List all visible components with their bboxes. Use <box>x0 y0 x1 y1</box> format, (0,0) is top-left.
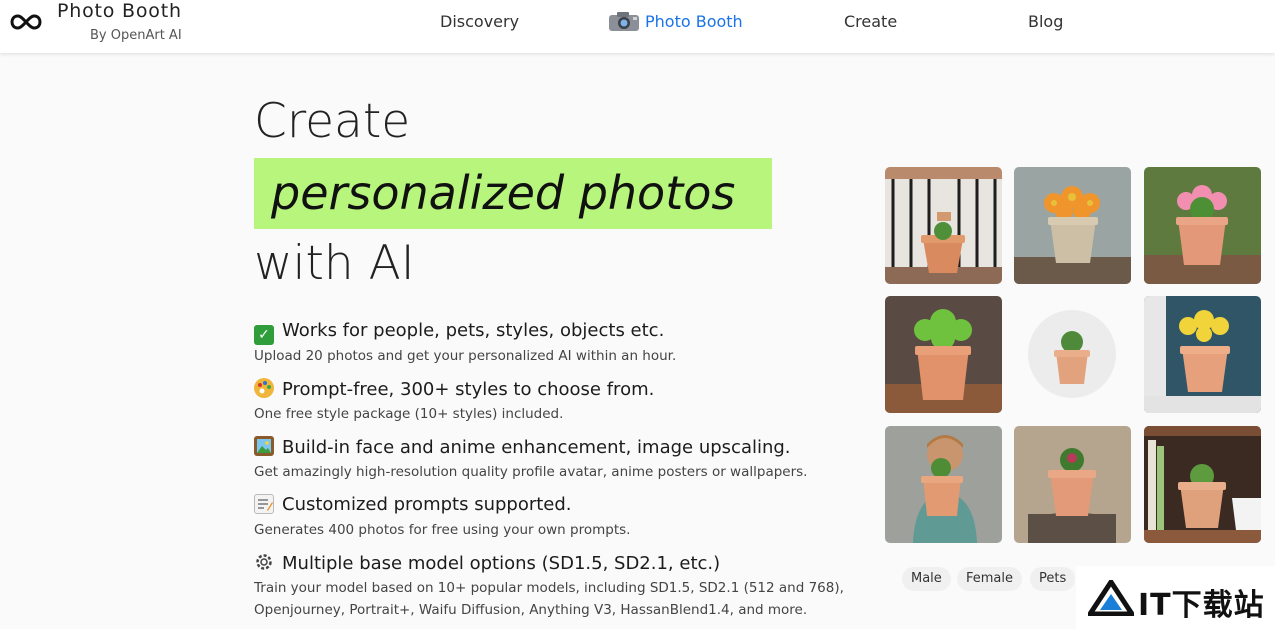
feature-title-1: ✓ Works for people, pets, styles, objects… <box>254 320 664 345</box>
gallery-image[interactable] <box>1014 296 1131 413</box>
feature-title-4: Customized prompts supported. <box>254 494 572 515</box>
memo-icon <box>254 494 274 514</box>
watermark-text: IT下载站 <box>1138 588 1265 623</box>
nav-discovery[interactable]: Discovery <box>440 12 519 31</box>
brand-subtitle: By OpenArt AI <box>90 28 182 43</box>
feature-title-3: Build-in face and anime enhancement, ima… <box>254 436 791 458</box>
hero-title-line3: with AI <box>254 236 415 291</box>
palette-icon <box>254 378 274 398</box>
top-navbar: Photo Booth By OpenArt AI Discovery Phot… <box>0 0 1275 53</box>
feature-desc-1: Upload 20 photos and get your personaliz… <box>254 348 677 364</box>
framed-picture-icon <box>254 436 274 456</box>
hero-highlight-box: personalized photos <box>254 158 772 229</box>
camera-icon <box>609 12 639 31</box>
feature-title-5: Multiple base model options (SD1.5, SD2.… <box>254 552 720 574</box>
gallery-image[interactable] <box>885 296 1002 413</box>
site-watermark: IT下载站 <box>1076 566 1275 629</box>
feature-desc-3: Get amazingly high-resolution quality pr… <box>254 464 808 480</box>
filter-tag-male[interactable]: Male <box>902 567 951 591</box>
gallery-image[interactable] <box>885 167 1002 284</box>
infinity-logo-icon[interactable] <box>10 12 42 32</box>
hero-title-line1: Create <box>254 94 411 149</box>
gallery-image[interactable] <box>1014 167 1131 284</box>
check-mark-icon: ✓ <box>254 325 274 345</box>
gallery-image[interactable] <box>1144 296 1261 413</box>
nav-photo-booth[interactable]: Photo Booth <box>645 12 743 31</box>
gear-icon <box>254 552 274 572</box>
gallery-image[interactable] <box>1014 426 1131 543</box>
gallery-image[interactable] <box>885 426 1002 543</box>
filter-tag-pets[interactable]: Pets <box>1030 567 1076 591</box>
feature-desc-5-line2: Openjourney, Portrait+, Waifu Diffusion,… <box>254 602 808 618</box>
triangle-logo-icon <box>1088 580 1134 616</box>
gallery-image[interactable] <box>1144 167 1261 284</box>
gallery-image[interactable] <box>1144 426 1261 543</box>
hero-title-highlight: personalized photos <box>271 166 736 220</box>
nav-create[interactable]: Create <box>844 12 897 31</box>
nav-blog[interactable]: Blog <box>1028 12 1063 31</box>
feature-title-2: Prompt-free, 300+ styles to choose from. <box>254 378 654 400</box>
feature-desc-4: Generates 400 photos for free using your… <box>254 522 631 538</box>
feature-desc-2: One free style package (10+ styles) incl… <box>254 406 564 422</box>
feature-desc-5: Train your model based on 10+ popular mo… <box>254 580 844 596</box>
brand-title[interactable]: Photo Booth <box>57 0 182 22</box>
filter-tag-female[interactable]: Female <box>957 567 1023 591</box>
